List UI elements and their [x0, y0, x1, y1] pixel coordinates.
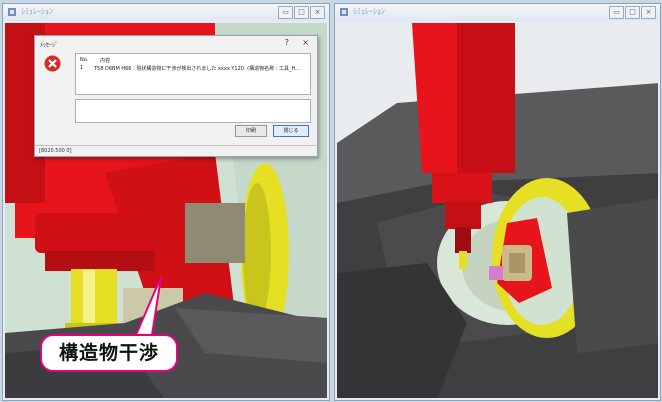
message-dialog: ﾒｯｾｰｼﾞ ? × No. 内容 1 T58 D6BM H66 : 現状構造物…: [34, 35, 318, 157]
minimize-button[interactable]: ▭: [278, 6, 293, 19]
close-button[interactable]: ×: [641, 6, 656, 19]
left-window-titlebar[interactable]: ｼﾐｭﾚｰｼｮﾝ ▭ □ ×: [3, 4, 329, 21]
callout-pointer: [135, 276, 162, 336]
error-icon: [44, 55, 61, 72]
left-window-title: ｼﾐｭﾚｰｼｮﾝ: [21, 7, 53, 16]
column-header-no: No.: [80, 57, 89, 63]
print-button[interactable]: 印刷: [235, 125, 267, 137]
dialog-close-action-button[interactable]: 閉じる: [273, 125, 309, 137]
help-button[interactable]: ?: [285, 38, 289, 47]
dialog-status-bar: [8020.500 0]: [35, 145, 317, 156]
dialog-title: ﾒｯｾｰｼﾞ: [40, 42, 59, 49]
right-scene-render: [337, 23, 658, 398]
right-window-title: ｼﾐｭﾚｰｼｮﾝ: [353, 7, 385, 16]
callout-label: 構造物干渉: [58, 342, 159, 364]
right-simulation-window: ｼﾐｭﾚｰｼｮﾝ ▭ □ ×: [334, 3, 661, 401]
maximize-button[interactable]: □: [294, 6, 309, 19]
app-icon: [340, 8, 348, 16]
interference-callout: 構造物干渉: [40, 334, 178, 372]
message-row-no: 1: [80, 65, 84, 71]
app-icon: [8, 8, 16, 16]
dialog-close-button[interactable]: ×: [302, 38, 309, 47]
right-window-titlebar[interactable]: ｼﾐｭﾚｰｼｮﾝ ▭ □ ×: [335, 4, 660, 21]
column-header-content: 内容: [100, 58, 111, 64]
message-list[interactable]: No. 内容 1 T58 D6BM H66 : 現状構造物に干渉が検出されました…: [75, 53, 311, 95]
message-row-content[interactable]: T58 D6BM H66 : 現状構造物に干渉が検出されました xxxx Y12…: [94, 65, 300, 72]
message-detail-box: [75, 99, 311, 123]
minimize-button[interactable]: ▭: [609, 6, 624, 19]
close-button[interactable]: ×: [310, 6, 325, 19]
right-3d-viewport[interactable]: [337, 23, 658, 398]
maximize-button[interactable]: □: [625, 6, 640, 19]
